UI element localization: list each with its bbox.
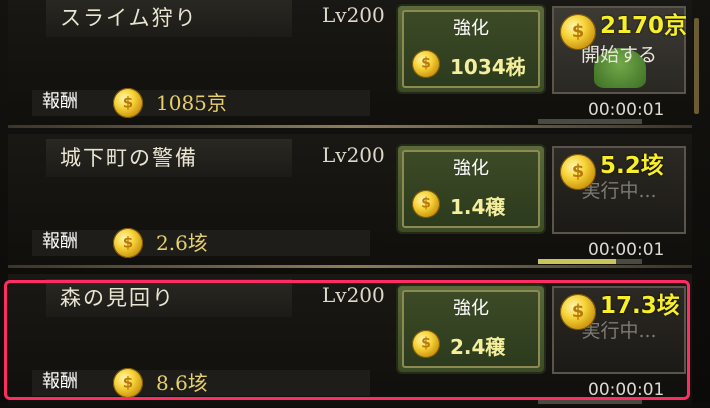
- coin-icon: [560, 14, 596, 50]
- coin-icon: [560, 154, 596, 190]
- upgrade-cost: 1034秭: [450, 55, 526, 79]
- quest-progress-fill: [538, 259, 616, 264]
- quest-progress: [538, 119, 642, 124]
- running-quest-panel[interactable]: 実行中... 5.2垓: [552, 146, 686, 234]
- quest-name: 城下町の警備: [60, 146, 198, 170]
- coin-icon: [113, 88, 143, 118]
- reward-label: 報酬: [42, 91, 78, 112]
- upgrade-button[interactable]: 強化 1034秭: [398, 6, 544, 92]
- quest-earnings: 2170京: [600, 13, 688, 39]
- quest-earnings: 5.2垓: [600, 153, 664, 179]
- scrollbar[interactable]: [694, 18, 699, 114]
- coin-icon: [412, 190, 440, 218]
- reward-value: 2.6垓: [156, 231, 208, 255]
- quest-row: 城下町の警備 Lv200 報酬 2.6垓 強化 1.4穣 実行中... 5.2垓…: [0, 134, 700, 268]
- quest-row: スライム狩り Lv200 報酬 1085京 強化 1034秭 開始する 2170…: [0, 0, 700, 128]
- selection-highlight: [4, 280, 690, 400]
- start-quest-button[interactable]: 開始する 2170京: [552, 6, 688, 94]
- quest-level: Lv200: [322, 143, 385, 167]
- reward-value: 1085京: [156, 91, 227, 115]
- upgrade-cost: 1.4穣: [450, 195, 506, 219]
- quest-timer: 00:00:01: [588, 100, 665, 120]
- quest-timer: 00:00:01: [588, 240, 665, 260]
- upgrade-label: 強化: [453, 18, 489, 39]
- quest-name: スライム狩り: [60, 6, 198, 30]
- reward-label: 報酬: [42, 231, 78, 252]
- quest-list-screen: スライム狩り Lv200 報酬 1085京 強化 1034秭 開始する 2170…: [0, 0, 710, 406]
- quest-level: Lv200: [322, 3, 385, 27]
- row-divider: [8, 265, 692, 268]
- coin-icon: [113, 228, 143, 258]
- row-divider: [8, 125, 692, 128]
- coin-icon: [412, 50, 440, 78]
- quest-progress: [538, 259, 642, 264]
- upgrade-button[interactable]: 強化 1.4穣: [398, 146, 544, 232]
- upgrade-label: 強化: [453, 158, 489, 179]
